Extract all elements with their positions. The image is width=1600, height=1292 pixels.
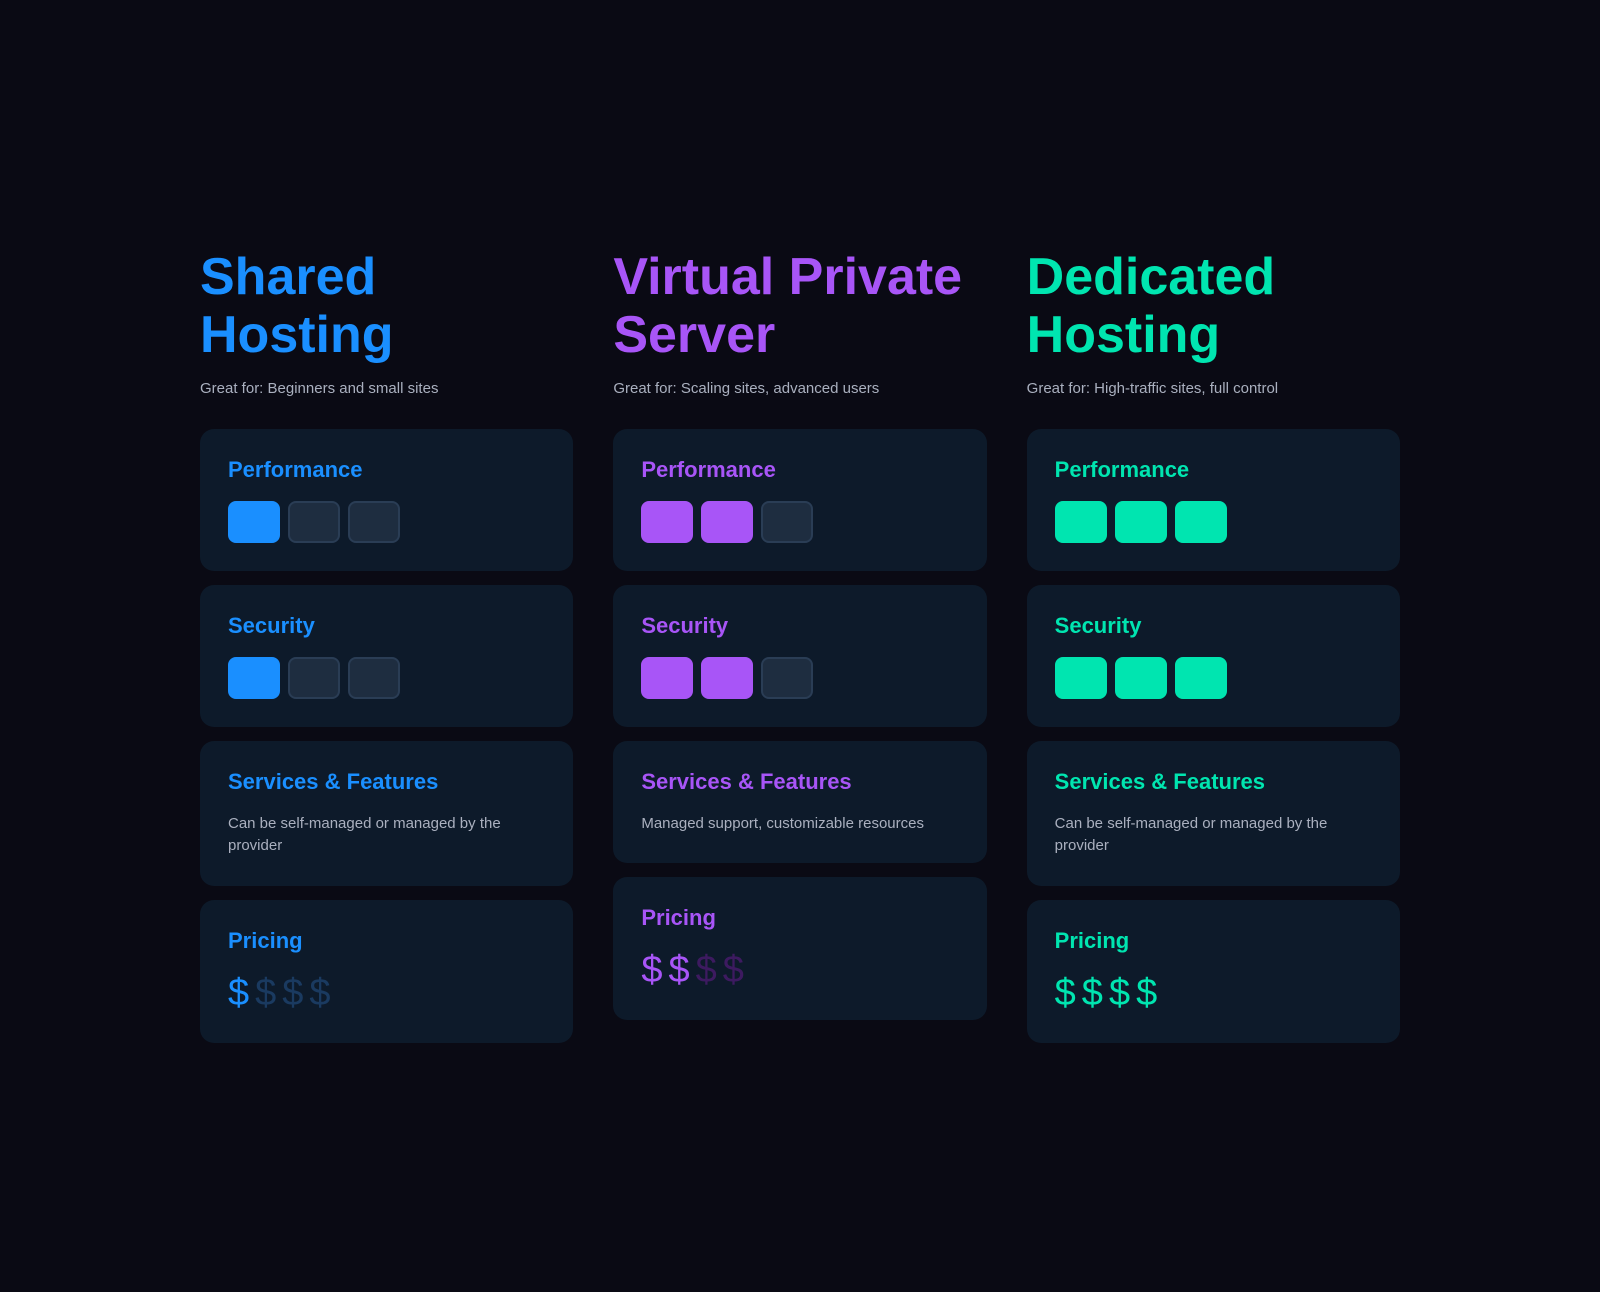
dedicated-subtitle: Great for: High-traffic sites, full cont…: [1027, 380, 1400, 397]
dollar-sign-4: $: [1136, 972, 1157, 1015]
shared-card-services: Services & Features Can be self-managed o…: [200, 741, 573, 886]
columns-grid: Shared Hosting Great for: Beginners and s…: [200, 249, 1400, 1042]
page-container: Shared Hosting Great for: Beginners and s…: [200, 249, 1400, 1042]
column-dedicated: Dedicated Hosting Great for: High-traffic…: [1027, 249, 1400, 1042]
shared-card-pricing: Pricing$$$$: [200, 900, 573, 1043]
rating-block-3: [1175, 657, 1227, 699]
vps-services-title: Services & Features: [641, 769, 958, 795]
rating-block-3: [761, 657, 813, 699]
dollar-sign-3: $: [282, 972, 303, 1015]
shared-security-rating: [228, 657, 545, 699]
shared-cards: Performance Security Services & Features Ca…: [200, 429, 573, 1043]
vps-performance-title: Performance: [641, 457, 958, 483]
dollar-sign-4: $: [309, 972, 330, 1015]
rating-block-3: [761, 501, 813, 543]
dollar-sign-1: $: [228, 972, 249, 1015]
vps-performance-rating: [641, 501, 958, 543]
dedicated-card-performance: Performance: [1027, 429, 1400, 571]
vps-card-services: Services & Features Managed support, cust…: [613, 741, 986, 864]
vps-pricing-display: $$$$: [641, 949, 958, 992]
vps-security-rating: [641, 657, 958, 699]
vps-title: Virtual Private Server: [613, 249, 986, 363]
vps-header: Virtual Private Server Great for: Scaling…: [613, 249, 986, 396]
dedicated-card-services: Services & Features Can be self-managed o…: [1027, 741, 1400, 886]
shared-card-security: Security: [200, 585, 573, 727]
dollar-sign-2: $: [1082, 972, 1103, 1015]
dedicated-pricing-display: $$$$: [1055, 972, 1372, 1015]
vps-security-title: Security: [641, 613, 958, 639]
rating-block-2: [701, 657, 753, 699]
dedicated-card-pricing: Pricing$$$$: [1027, 900, 1400, 1043]
rating-block-1: [1055, 657, 1107, 699]
dollar-sign-3: $: [1109, 972, 1130, 1015]
dedicated-performance-rating: [1055, 501, 1372, 543]
shared-subtitle: Great for: Beginners and small sites: [200, 380, 573, 397]
shared-header: Shared Hosting Great for: Beginners and s…: [200, 249, 573, 396]
rating-block-2: [288, 501, 340, 543]
rating-block-3: [348, 657, 400, 699]
shared-card-performance: Performance: [200, 429, 573, 571]
rating-block-2: [1115, 657, 1167, 699]
vps-services-text: Managed support, customizable resources: [641, 813, 958, 836]
dollar-sign-3: $: [696, 949, 717, 992]
vps-card-security: Security: [613, 585, 986, 727]
dollar-sign-2: $: [255, 972, 276, 1015]
vps-subtitle: Great for: Scaling sites, advanced users: [613, 380, 986, 397]
rating-block-3: [1175, 501, 1227, 543]
dollar-sign-4: $: [723, 949, 744, 992]
dedicated-cards: Performance Security Services & Features Ca…: [1027, 429, 1400, 1043]
dedicated-security-title: Security: [1055, 613, 1372, 639]
rating-block-1: [228, 657, 280, 699]
rating-block-1: [228, 501, 280, 543]
rating-block-2: [701, 501, 753, 543]
rating-block-1: [1055, 501, 1107, 543]
shared-performance-title: Performance: [228, 457, 545, 483]
dedicated-services-text: Can be self-managed or managed by the pr…: [1055, 813, 1372, 858]
dollar-sign-2: $: [668, 949, 689, 992]
rating-block-2: [288, 657, 340, 699]
dedicated-performance-title: Performance: [1055, 457, 1372, 483]
column-shared: Shared Hosting Great for: Beginners and s…: [200, 249, 573, 1042]
dedicated-services-title: Services & Features: [1055, 769, 1372, 795]
dedicated-title: Dedicated Hosting: [1027, 249, 1400, 363]
rating-block-1: [641, 501, 693, 543]
shared-services-text: Can be self-managed or managed by the pr…: [228, 813, 545, 858]
rating-block-2: [1115, 501, 1167, 543]
column-vps: Virtual Private Server Great for: Scaling…: [613, 249, 986, 1042]
dedicated-card-security: Security: [1027, 585, 1400, 727]
dedicated-header: Dedicated Hosting Great for: High-traffic…: [1027, 249, 1400, 396]
dedicated-pricing-title: Pricing: [1055, 928, 1372, 954]
shared-pricing-title: Pricing: [228, 928, 545, 954]
vps-card-performance: Performance: [613, 429, 986, 571]
dollar-sign-1: $: [641, 949, 662, 992]
shared-title: Shared Hosting: [200, 249, 573, 363]
rating-block-3: [348, 501, 400, 543]
dedicated-security-rating: [1055, 657, 1372, 699]
shared-services-title: Services & Features: [228, 769, 545, 795]
shared-pricing-display: $$$$: [228, 972, 545, 1015]
dollar-sign-1: $: [1055, 972, 1076, 1015]
shared-performance-rating: [228, 501, 545, 543]
vps-card-pricing: Pricing$$$$: [613, 877, 986, 1020]
shared-security-title: Security: [228, 613, 545, 639]
vps-pricing-title: Pricing: [641, 905, 958, 931]
rating-block-1: [641, 657, 693, 699]
vps-cards: Performance Security Services & Features Ma…: [613, 429, 986, 1021]
